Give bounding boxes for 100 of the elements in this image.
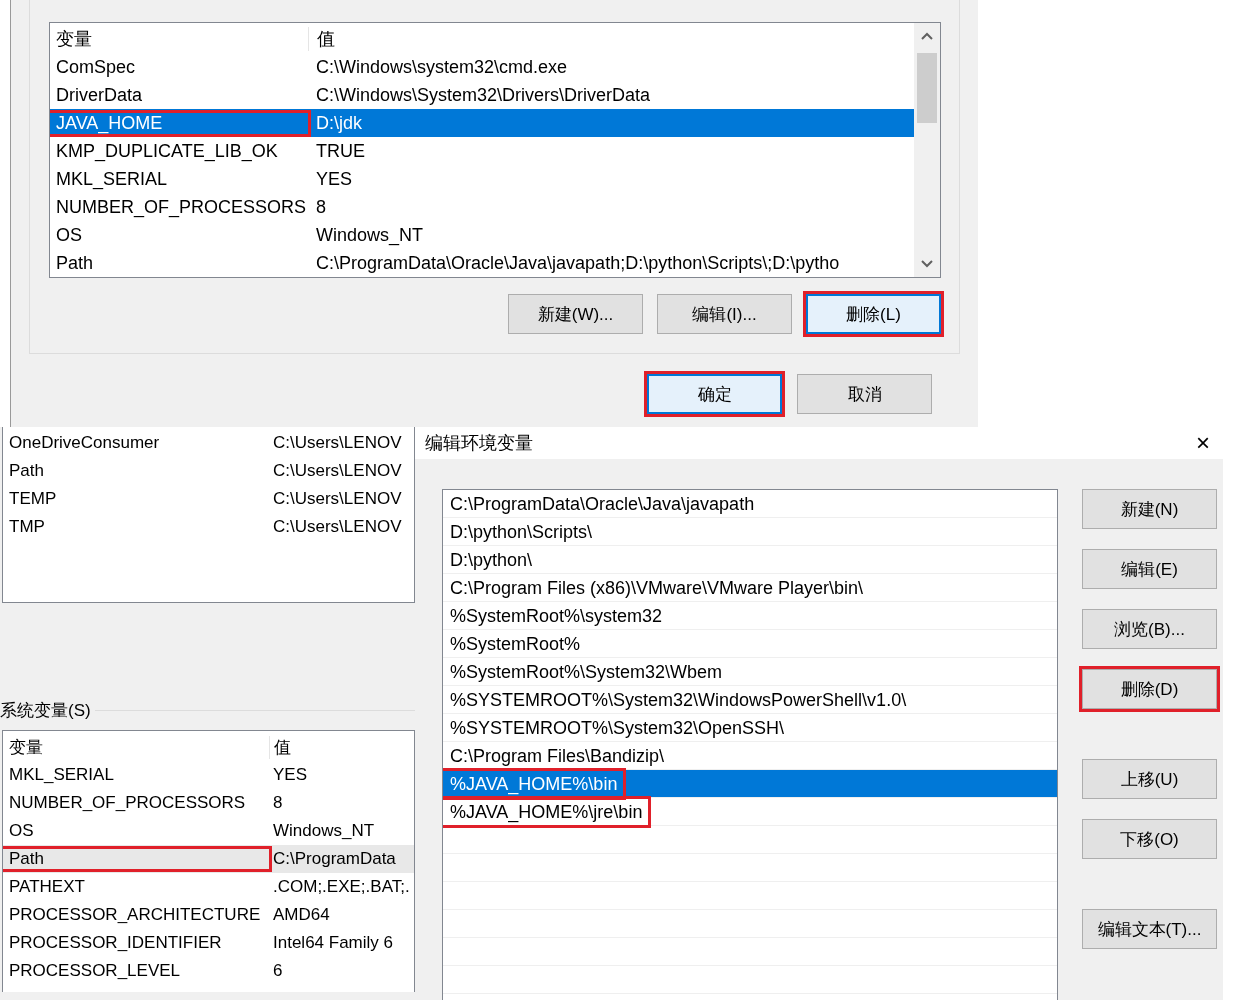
variable-value: 8 xyxy=(272,793,283,813)
dialog-button[interactable]: 编辑(E) xyxy=(1082,549,1217,589)
dialog-button[interactable]: 确定 xyxy=(647,374,782,414)
path-entry: C:\Program Files\Bandizip\ xyxy=(449,744,666,768)
list-row[interactable]: TEMP C:\Users\LENOV xyxy=(3,485,414,513)
path-entry: %SystemRoot% xyxy=(449,632,582,656)
list-row[interactable]: %SYSTEMROOT%\System32\WindowsPowerShell\v1.0\ xyxy=(443,686,1057,714)
variable-name: NUMBER_OF_PROCESSORS xyxy=(55,196,308,218)
dialog-button[interactable]: 删除(D) xyxy=(1082,669,1217,709)
list-row[interactable]: %SystemRoot%\System32\Wbem xyxy=(443,658,1057,686)
dialog-button[interactable]: 删除(L) xyxy=(806,294,941,334)
variable-name: TEMP xyxy=(8,489,58,509)
path-entry: %JAVA_HOME%\jre\bin xyxy=(443,798,649,825)
variable-value: YES xyxy=(272,765,308,785)
list-row[interactable]: PROCESSOR_IDENTIFIER Intel64 Family 6 xyxy=(3,929,414,957)
list-row[interactable]: JAVA_HOME D:\jdk xyxy=(50,109,914,137)
list-row[interactable]: PROCESSOR_ARCHITECTURE AMD64 xyxy=(3,901,414,929)
dialog-button[interactable]: 浏览(B)... xyxy=(1082,609,1217,649)
list-row[interactable]: OS Windows_NT xyxy=(50,221,914,249)
list-row[interactable]: TMP C:\Users\LENOV xyxy=(3,513,414,541)
variable-value: AMD64 xyxy=(272,905,330,925)
variable-name: NUMBER_OF_PROCESSORS xyxy=(8,793,247,813)
variable-name: DriverData xyxy=(55,84,144,106)
column-header[interactable]: 变量 xyxy=(3,735,269,759)
variable-name: PROCESSOR_ARCHITECTURE xyxy=(8,905,262,925)
variable-value: C:\Users\LENOV xyxy=(272,489,402,509)
scrollbar[interactable] xyxy=(914,23,940,277)
dialog-button[interactable]: 编辑文本(T)... xyxy=(1082,909,1217,949)
path-entry: %SYSTEMROOT%\System32\OpenSSH\ xyxy=(449,716,786,740)
path-entry: D:\python\ xyxy=(449,548,534,572)
path-entry: %SYSTEMROOT%\System32\WindowsPowerShell\v1.0\ xyxy=(449,688,908,712)
path-entry: C:\Program Files (x86)\VMware\VMware Player\bin\ xyxy=(449,576,865,600)
list-row[interactable]: ComSpec C:\Windows\system32\cmd.exe xyxy=(50,53,914,81)
variable-name: PROCESSOR_LEVEL xyxy=(8,961,181,981)
scrollbar-thumb[interactable] xyxy=(917,53,937,123)
variable-name: MKL_SERIAL xyxy=(55,168,169,190)
variable-name: Path xyxy=(3,849,269,869)
dialog-button[interactable]: 取消 xyxy=(797,374,932,414)
column-header[interactable]: 值 xyxy=(308,27,335,51)
variable-name: TMP xyxy=(8,517,46,537)
variable-name: PROCESSOR_IDENTIFIER xyxy=(8,933,223,953)
variable-value: TRUE xyxy=(315,140,365,162)
list-row[interactable]: PATHEXT .COM;.EXE;.BAT;. xyxy=(3,873,414,901)
path-entry: %SystemRoot%\system32 xyxy=(449,604,664,628)
variable-value: C:\ProgramData xyxy=(272,849,396,869)
list-row[interactable]: %JAVA_HOME%\jre\bin xyxy=(443,798,1057,826)
variable-name: OS xyxy=(55,224,83,246)
list-row[interactable]: D:\python\ xyxy=(443,546,1057,574)
variable-value: Windows_NT xyxy=(272,821,375,841)
variable-name: ComSpec xyxy=(55,56,137,78)
column-header[interactable]: 变量 xyxy=(50,27,308,51)
list-row[interactable]: %SystemRoot% xyxy=(443,630,1057,658)
variable-name: JAVA_HOME xyxy=(50,112,308,134)
dialog-button[interactable]: 新建(W)... xyxy=(508,294,643,334)
list-row[interactable]: DriverData C:\Windows\System32\Drivers\DriverData xyxy=(50,81,914,109)
list-row[interactable]: NUMBER_OF_PROCESSORS 8 xyxy=(3,789,414,817)
dialog-button[interactable]: 上移(U) xyxy=(1082,759,1217,799)
variable-name: KMP_DUPLICATE_LIB_OK xyxy=(55,140,279,162)
list-row[interactable]: %SystemRoot%\system32 xyxy=(443,602,1057,630)
path-entry: C:\ProgramData\Oracle\Java\javapath xyxy=(449,492,756,516)
list-row[interactable]: C:\ProgramData\Oracle\Java\javapath xyxy=(443,490,1057,518)
variable-value: C:\Windows\system32\cmd.exe xyxy=(315,56,568,78)
list-row[interactable]: MKL_SERIAL YES xyxy=(3,761,414,789)
variable-name: MKL_SERIAL xyxy=(8,765,115,785)
list-row[interactable]: C:\Program Files (x86)\VMware\VMware Player\bin\ xyxy=(443,574,1057,602)
close-button[interactable]: × xyxy=(1183,429,1223,457)
list-row[interactable]: D:\python\Scripts\ xyxy=(443,518,1057,546)
list-row[interactable]: OS Windows_NT xyxy=(3,817,414,845)
group-label: 系统变量(S) xyxy=(0,700,91,722)
variable-name: OneDriveConsumer xyxy=(8,433,161,453)
variable-value: D:\jdk xyxy=(315,112,362,134)
dialog-button[interactable]: 新建(N) xyxy=(1082,489,1217,529)
list-row[interactable]: Path C:\ProgramData\Oracle\Java\javapath;D:\python\Scripts\;D:\pytho xyxy=(50,249,914,277)
list-row[interactable]: OneDriveConsumer C:\Users\LENOV xyxy=(3,429,414,457)
list-row[interactable]: MKL_SERIAL YES xyxy=(50,165,914,193)
list-row[interactable]: KMP_DUPLICATE_LIB_OK TRUE xyxy=(50,137,914,165)
window-title: 编辑环境变量 xyxy=(425,432,533,455)
list-row[interactable]: %JAVA_HOME%\bin xyxy=(443,770,1057,798)
variable-value: C:\Users\LENOV xyxy=(272,517,402,537)
path-entry: %JAVA_HOME%\bin xyxy=(443,770,624,797)
variable-value: C:\Users\LENOV xyxy=(272,461,402,481)
list-row[interactable]: %SYSTEMROOT%\System32\OpenSSH\ xyxy=(443,714,1057,742)
list-row[interactable]: Path C:\ProgramData xyxy=(3,845,414,873)
variable-name: Path xyxy=(8,461,45,481)
variable-value: 8 xyxy=(315,196,326,218)
list-row[interactable]: Path C:\Users\LENOV xyxy=(3,457,414,485)
dialog-button[interactable]: 下移(O) xyxy=(1082,819,1217,859)
list-row[interactable]: NUMBER_OF_PROCESSORS 8 xyxy=(50,193,914,221)
path-entry: D:\python\Scripts\ xyxy=(449,520,594,544)
list-row[interactable]: PROCESSOR_LEVEL 6 xyxy=(3,957,414,985)
variable-name: OS xyxy=(8,821,35,841)
column-header[interactable]: 值 xyxy=(269,735,291,759)
dialog-button[interactable]: 编辑(I)... xyxy=(657,294,792,334)
variable-value: .COM;.EXE;.BAT;. xyxy=(272,877,410,897)
variable-value: 6 xyxy=(272,961,283,981)
variable-name: Path xyxy=(55,252,95,274)
variable-value: Intel64 Family 6 xyxy=(272,933,393,953)
path-entry: %SystemRoot%\System32\Wbem xyxy=(449,660,724,684)
variable-value: YES xyxy=(315,168,353,190)
variable-value: Windows_NT xyxy=(315,224,424,246)
